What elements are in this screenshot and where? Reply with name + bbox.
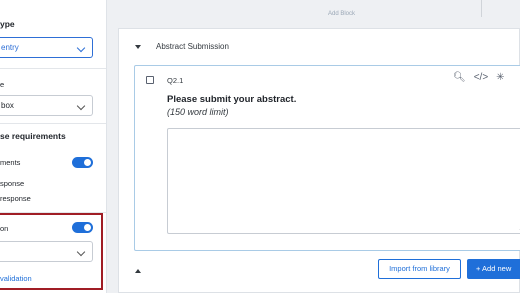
text-type-value: box [1, 101, 14, 110]
question-type-heading: ype [0, 19, 15, 29]
divider [0, 123, 106, 124]
collapse-caret-icon[interactable] [135, 45, 141, 49]
search-icon[interactable]: 🔍︎ [453, 72, 466, 83]
question-subtitle[interactable]: (150 word limit) [167, 107, 229, 117]
response-requirements-heading: se requirements [0, 131, 66, 141]
force-response-option[interactable]: sponse [0, 179, 24, 188]
import-from-library-button[interactable]: Import from library [378, 259, 461, 279]
block-title[interactable]: Abstract Submission [156, 42, 229, 51]
chevron-down-icon [76, 43, 86, 53]
question-select-checkbox[interactable] [146, 76, 154, 84]
validation-highlight-box [0, 213, 103, 290]
question-title[interactable]: Please submit your abstract. [167, 94, 296, 105]
collapse-caret-icon[interactable] [135, 269, 141, 273]
text-type-select[interactable]: box [0, 95, 93, 116]
required-icon[interactable]: ✳︎ [496, 72, 504, 83]
code-icon[interactable]: </> [474, 72, 488, 83]
question-toolbar: 🔍︎ </> ✳︎ [453, 72, 513, 83]
answer-textarea[interactable]: ◢ [167, 128, 520, 234]
request-response-option[interactable]: response [0, 194, 31, 203]
type-label: e [0, 80, 5, 89]
question-type-value: entry [1, 43, 19, 52]
question-card[interactable]: Q2.1 🔍︎ </> ✳︎ Please submit your abstract… [134, 65, 520, 251]
add-block-label[interactable]: Add Block [328, 11, 355, 17]
question-number: Q2.1 [167, 76, 184, 85]
divider [0, 68, 106, 69]
survey-block: Abstract Submission Q2.1 🔍︎ </> ✳︎ Please … [118, 28, 520, 293]
question-type-select[interactable]: entry [0, 37, 93, 58]
requirements-toggle-label: ments [0, 158, 21, 167]
chevron-down-icon [76, 101, 86, 111]
requirements-toggle[interactable] [72, 157, 93, 168]
add-new-question-button[interactable]: + Add new [467, 259, 520, 279]
divider [481, 0, 482, 17]
